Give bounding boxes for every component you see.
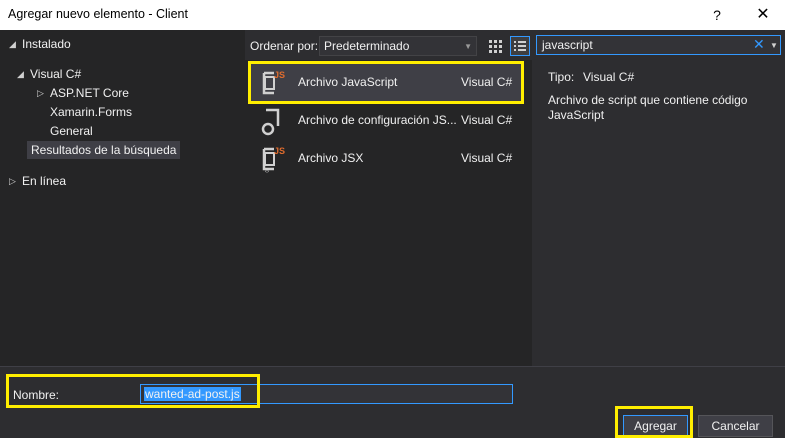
name-field[interactable]: wanted-ad-post.js (140, 384, 513, 404)
name-label: Nombre: (13, 388, 60, 402)
list-view-button[interactable] (510, 36, 530, 56)
grid-icon (489, 40, 502, 53)
type-value: Visual C# (583, 70, 635, 84)
collapsed-arrow-icon[interactable]: ▷ (9, 176, 16, 187)
add-button[interactable]: Agregar (623, 415, 688, 437)
title-bar: Agregar nuevo elemento - Client ? ✕ (0, 0, 785, 30)
template-name: Archivo JavaScript (298, 75, 398, 89)
sort-toolbar: Ordenar por: Predeterminado ▼ (245, 30, 532, 60)
tree-item-online[interactable]: En línea (22, 172, 66, 190)
template-language: Visual C# (461, 113, 513, 127)
template-language: Visual C# (461, 151, 513, 165)
footer: Nombre: wanted-ad-post.js Agregar Cancel… (0, 366, 785, 438)
tree-item-xamarin-forms[interactable]: Xamarin.Forms (50, 103, 132, 121)
type-label: Tipo: (548, 70, 575, 84)
javascript-file-icon: JS (262, 70, 285, 95)
svg-text:JS: JS (274, 146, 285, 156)
expanded-arrow-icon[interactable]: ◢ (9, 39, 16, 50)
cancel-button[interactable]: Cancelar (698, 415, 773, 437)
template-list: JS Archivo JavaScript Visual C# Archivo … (245, 60, 532, 366)
sort-dropdown[interactable]: Predeterminado ▼ (319, 36, 477, 56)
chevron-down-icon: ▼ (464, 42, 472, 51)
grid-view-button[interactable] (485, 36, 505, 56)
svg-text:JS: JS (274, 70, 285, 80)
list-icon (514, 41, 526, 51)
tree-item-aspnet-core[interactable]: ASP.NET Core (50, 84, 129, 102)
js-config-file-icon (261, 108, 280, 136)
template-name: Archivo JSX (298, 151, 364, 165)
tree-item-general[interactable]: General (50, 122, 93, 140)
details-pane: Tipo: Visual C# Archivo de script que co… (536, 60, 785, 366)
template-name: Archivo de configuración JS... (298, 113, 457, 127)
window-title: Agregar nuevo elemento - Client (8, 7, 188, 21)
search-input[interactable]: javascript ✕ ▼ (536, 35, 781, 55)
expanded-arrow-icon[interactable]: ◢ (17, 69, 24, 80)
template-item-js-config[interactable]: Archivo de configuración JS... Visual C# (250, 102, 523, 140)
jsx-file-icon: JS ‹› (262, 146, 285, 175)
tree-item-installed[interactable]: Instalado (22, 35, 71, 53)
chevron-down-icon[interactable]: ▼ (770, 41, 778, 50)
tree-item-visual-csharp[interactable]: Visual C# (30, 65, 81, 83)
tree-item-search-results[interactable]: Resultados de la búsqueda (27, 141, 181, 159)
category-tree: ◢ Instalado ◢ Visual C# ▷ ASP.NET Core X… (0, 30, 245, 366)
template-item-jsx[interactable]: JS ‹› Archivo JSX Visual C# (250, 140, 523, 178)
close-button[interactable]: ✕ (748, 4, 778, 26)
name-value: wanted-ad-post.js (144, 387, 241, 401)
template-language: Visual C# (461, 75, 513, 89)
collapsed-arrow-icon[interactable]: ▷ (37, 88, 44, 99)
sort-label: Ordenar por: (250, 39, 319, 53)
sort-value: Predeterminado (324, 39, 410, 53)
help-button[interactable]: ? (705, 4, 729, 26)
svg-text:‹›: ‹› (265, 169, 269, 175)
template-item-javascript[interactable]: JS Archivo JavaScript Visual C# (250, 64, 523, 102)
search-value: javascript (542, 38, 593, 52)
template-description: Archivo de script que contiene código Ja… (548, 93, 748, 122)
clear-search-icon[interactable]: ✕ (753, 36, 765, 53)
